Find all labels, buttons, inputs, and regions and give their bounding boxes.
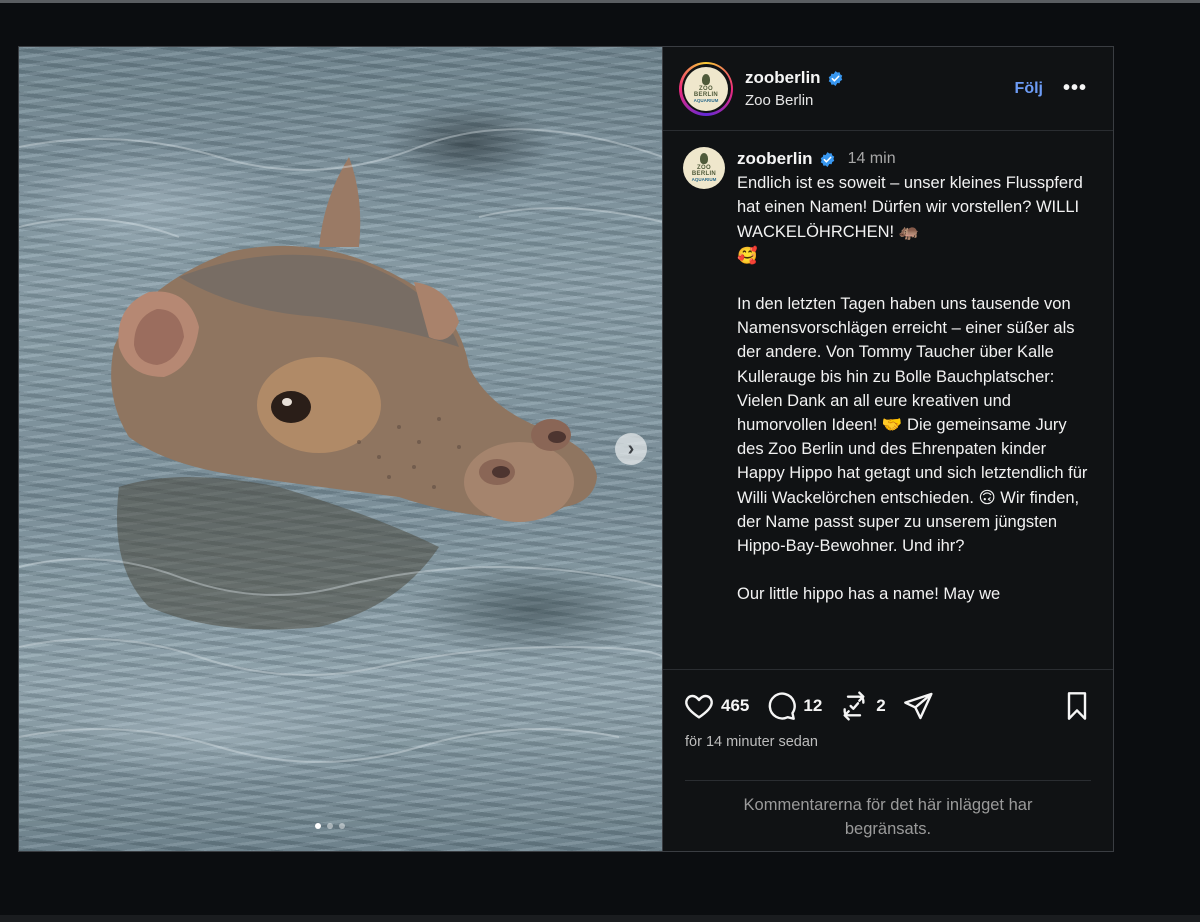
slide-indicator (315, 823, 345, 829)
leaf-icon (702, 73, 710, 85)
slide-dot (327, 823, 333, 829)
action-bar: 465 12 2 (663, 670, 1113, 742)
post-media[interactable]: › (19, 47, 663, 851)
more-options-icon[interactable]: ••• (1063, 77, 1087, 100)
caption-username-link[interactable]: zooberlin (737, 147, 813, 171)
caption-paragraph: Our little hippo has a name! May we (737, 585, 1001, 604)
heart-icon (685, 694, 713, 719)
slide-dot-active (315, 823, 321, 829)
username-link[interactable]: zooberlin (745, 68, 821, 88)
hippo-photo (19, 128, 662, 763)
window-bottom-strip (0, 915, 1200, 922)
post-actions-section: 465 12 2 för 14 minuter sedan Kommentare… (663, 669, 1113, 851)
avatar: ZOO BERLIN AQUARIUM (684, 66, 728, 111)
avatar-logo-text: AQUARIUM (691, 177, 717, 182)
comments-restricted-notice: Kommentarerna för det här inlägget har b… (743, 796, 1033, 838)
bookmark-icon (1067, 692, 1087, 720)
repost-count: 2 (876, 696, 886, 715)
repost-button[interactable]: 2 (838, 690, 886, 722)
like-button[interactable]: 465 (683, 690, 749, 722)
chevron-right-icon: › (627, 437, 635, 460)
follow-button[interactable]: Följ (1015, 80, 1043, 98)
post-timestamp[interactable]: för 14 minuter sedan (663, 734, 1113, 750)
share-button[interactable] (902, 690, 934, 722)
post-dialog: › ZOO BERLIN AQUARIUM zooberlin Zoo Berl… (18, 46, 1114, 852)
verified-badge-icon (828, 70, 842, 86)
repost-icon (843, 691, 865, 721)
caption-paragraph: In den letzten Tagen haben uns tausende … (737, 295, 1088, 556)
story-ring[interactable]: ZOO BERLIN AQUARIUM (679, 61, 733, 116)
comment-count: 12 (803, 696, 823, 715)
post-sidebar: ZOO BERLIN AQUARIUM zooberlin Zoo Berlin… (663, 47, 1113, 851)
comment-icon (769, 692, 797, 720)
avatar-logo-text: AQUARIUM (693, 97, 719, 103)
leaf-icon (700, 153, 708, 164)
avatar[interactable]: ZOO BERLIN AQUARIUM (683, 147, 725, 189)
like-count: 465 (721, 696, 750, 715)
next-slide-button[interactable]: › (615, 433, 647, 465)
comment-button[interactable]: 12 (765, 690, 822, 722)
slide-dot (339, 823, 345, 829)
caption-paragraph: Endlich ist es soweit – unser kleines Fl… (737, 174, 1083, 265)
verified-badge-icon (820, 151, 834, 167)
caption-area[interactable]: ZOO BERLIN AQUARIUM zooberlin 14 min End… (663, 131, 1113, 669)
post-header: ZOO BERLIN AQUARIUM zooberlin Zoo Berlin… (663, 47, 1113, 131)
caption-time[interactable]: 14 min (848, 147, 896, 171)
display-name: Zoo Berlin (745, 92, 814, 109)
send-icon (903, 692, 933, 720)
window-top-border (0, 0, 1200, 3)
save-button[interactable] (1061, 690, 1093, 722)
